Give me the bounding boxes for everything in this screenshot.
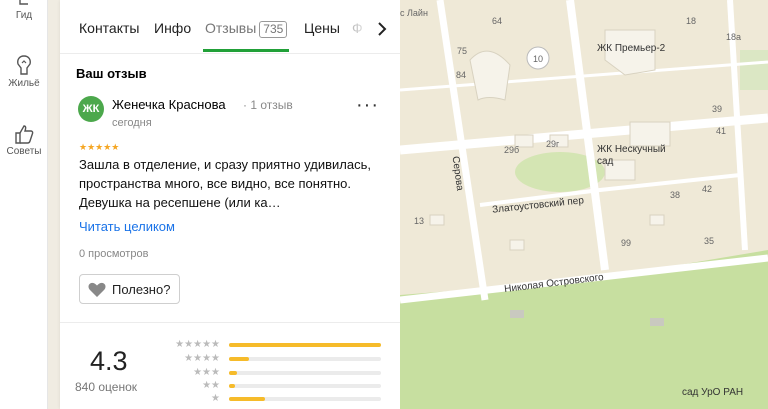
avatar[interactable]: ЖК: [78, 96, 104, 122]
tab-bar: Контакты Инфо Отзывы735 Цены Ф: [60, 0, 400, 54]
map-house-number: 75: [457, 46, 468, 56]
map-house-number: 13: [414, 216, 425, 226]
map-house-number: 18а: [726, 32, 742, 42]
map-view[interactable]: с Лайн 64 18 18а 75 10 84 ЖК Премьер-2 3…: [400, 0, 768, 409]
useful-button-label: Полезно?: [112, 282, 171, 297]
rail-item-guide[interactable]: Гид: [0, 0, 48, 21]
map-house-number: 38: [670, 190, 681, 200]
tabs-fade: [352, 14, 372, 42]
rail-item-housing[interactable]: Жильё: [0, 54, 48, 89]
rating-row-track: [229, 384, 381, 388]
map-house-number: 99: [621, 238, 632, 248]
rating-row-stars: ★★: [202, 380, 220, 391]
read-more-link[interactable]: Читать целиком: [79, 219, 175, 234]
rating-row-stars: ★★★★: [184, 353, 220, 364]
review-author-meta: · 1 отзыв: [243, 98, 293, 112]
tab-contacts[interactable]: Контакты: [79, 20, 139, 36]
rating-row-track: [229, 397, 381, 401]
heart-icon: [88, 282, 106, 297]
thumbs-up-icon: [15, 125, 34, 144]
reviews-count-badge: 735: [259, 21, 288, 38]
review-stars: ★★★★★: [79, 142, 120, 152]
rating-count: 840 оценок: [75, 380, 137, 394]
rail-item-label: Советы: [6, 146, 42, 157]
review-date: сегодня: [112, 117, 152, 129]
map-house-number: 41: [716, 126, 727, 136]
rating-row-stars: ★★★: [193, 367, 220, 378]
chevron-right-icon: [378, 22, 387, 36]
rating-row-fill: [229, 371, 237, 375]
rating-row-1: ★: [160, 392, 384, 406]
more-dots-icon[interactable]: ···: [356, 95, 379, 115]
rating-row-stars: ★: [211, 393, 220, 404]
org-panel: Контакты Инфо Отзывы735 Цены Ф Ваш отзыв…: [60, 0, 400, 409]
your-review-heading: Ваш отзыв: [76, 66, 147, 81]
map-house-number: 29г: [546, 139, 560, 149]
rail-item-tips[interactable]: Советы: [0, 124, 48, 157]
useful-button[interactable]: Полезно?: [79, 274, 180, 304]
map-house-number: 35: [704, 236, 715, 246]
active-tab-indicator: [203, 49, 289, 52]
map-house-number: 42: [702, 184, 713, 194]
rating-row-5: ★★★★★: [160, 338, 384, 352]
review-author-name[interactable]: Женечка Краснова: [112, 97, 226, 112]
tab-reviews-label: Отзывы: [205, 20, 257, 36]
map-house-number: 29б: [504, 145, 520, 155]
map-house-number: 18: [686, 16, 697, 26]
left-rail: Гид Жильё Советы: [0, 0, 48, 409]
map-house-number: 39: [712, 104, 723, 114]
rating-row-4: ★★★★: [160, 352, 384, 366]
tab-prices[interactable]: Цены: [304, 20, 340, 36]
rating-row-track: [229, 357, 381, 361]
rating-row-fill: [229, 397, 266, 401]
tabs-scroll-button[interactable]: [372, 18, 392, 40]
tab-reviews[interactable]: Отзывы 735: [205, 20, 288, 38]
section-divider: [60, 322, 400, 323]
rail-item-label: Жильё: [8, 78, 40, 89]
map-poi-label[interactable]: ЖК Премьер-2: [597, 43, 665, 54]
housing-icon: [17, 55, 31, 75]
rating-value: 4.3: [90, 346, 128, 376]
rating-row-stars: ★★★★★: [175, 339, 220, 350]
map-house-number: 64: [492, 16, 503, 26]
map-street-label: с Лайн: [400, 8, 428, 18]
map-poi-label[interactable]: сад УрО РАН: [682, 387, 743, 398]
review-text: Зашла в отделение, и сразу приятно удиви…: [79, 157, 371, 210]
tab-info[interactable]: Инфо: [154, 20, 191, 36]
rating-row-2: ★★: [160, 379, 384, 393]
map-poi-label[interactable]: ЖК Нескучный сад: [597, 144, 681, 168]
guide-icon: [19, 0, 28, 5]
rating-row-fill: [229, 357, 249, 361]
review-views: 0 просмотров: [79, 248, 149, 260]
rating-row-fill: [229, 384, 236, 388]
map-house-number: 10: [533, 54, 544, 64]
rating-row-track: [229, 343, 381, 347]
rating-row-3: ★★★: [160, 366, 384, 380]
map-house-number: 84: [456, 70, 467, 80]
rating-row-track: [229, 371, 381, 375]
rail-item-label: Гид: [15, 10, 33, 21]
rating-row-fill: [229, 343, 381, 347]
